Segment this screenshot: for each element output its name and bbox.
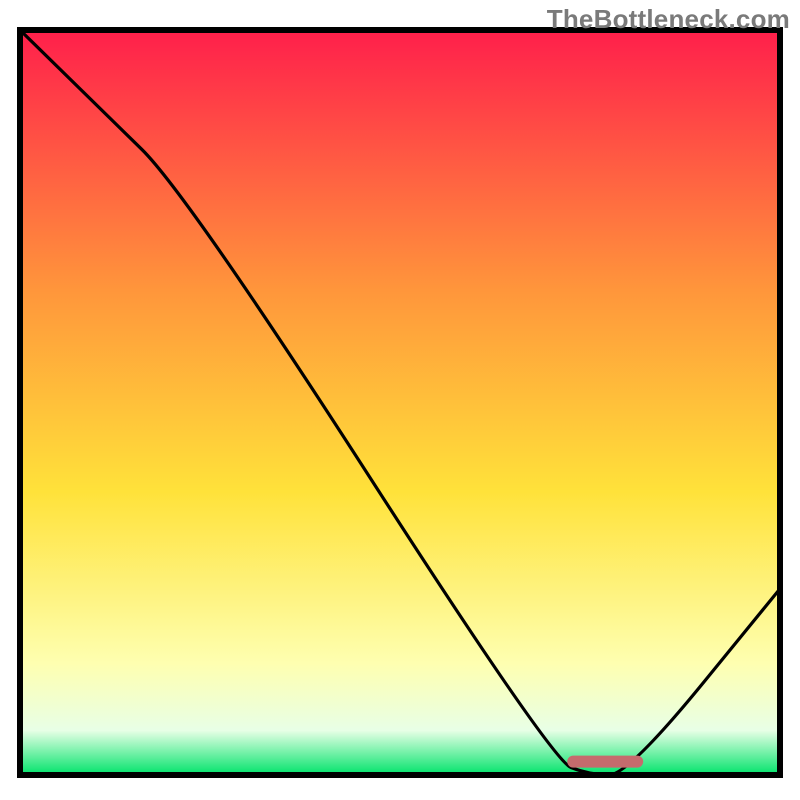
- watermark-text: TheBottleneck.com: [547, 4, 790, 35]
- optimal-marker: [567, 756, 643, 768]
- chart-container: TheBottleneck.com: [0, 0, 800, 800]
- bottleneck-chart: [0, 0, 800, 800]
